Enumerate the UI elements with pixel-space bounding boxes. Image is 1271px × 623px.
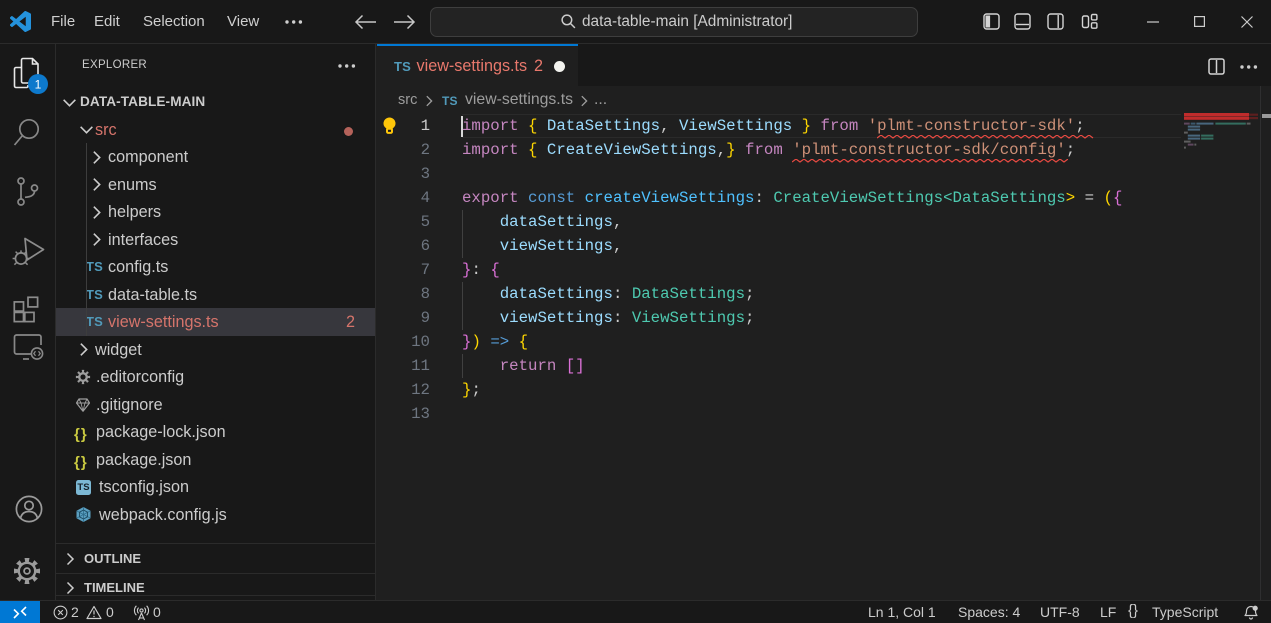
svg-text:1: 1 <box>35 77 42 91</box>
